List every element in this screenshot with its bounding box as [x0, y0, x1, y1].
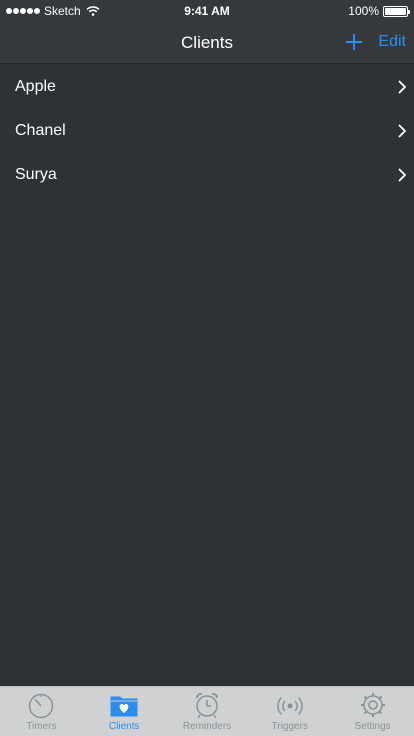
- navigation-bar: Clients Edit: [0, 20, 414, 64]
- folder-heart-icon: [110, 696, 138, 717]
- edit-button[interactable]: Edit: [378, 33, 406, 51]
- tab-bar: Timers Clients Reminders Triggers Settin…: [0, 686, 414, 736]
- add-client-button[interactable]: [343, 31, 365, 53]
- timer-icon: [29, 693, 54, 719]
- client-row-chanel[interactable]: Chanel: [0, 109, 414, 153]
- tab-label: Timers: [26, 721, 57, 732]
- tab-label: Reminders: [182, 721, 232, 732]
- battery-icon: [383, 5, 410, 17]
- tab-label: Clients: [108, 721, 140, 732]
- client-list: Apple Chanel Surya: [0, 65, 414, 197]
- tab-label: Settings: [354, 721, 391, 732]
- tab-settings[interactable]: Settings: [331, 687, 414, 736]
- tab-clients[interactable]: Clients: [83, 687, 166, 736]
- status-right: 100%: [348, 4, 410, 18]
- client-label: Chanel: [15, 122, 66, 139]
- client-row-apple[interactable]: Apple: [0, 65, 414, 109]
- alarm-clock-icon: [196, 693, 218, 719]
- broadcast-icon: [277, 696, 303, 716]
- tab-label: Triggers: [271, 721, 308, 732]
- tab-triggers[interactable]: Triggers: [248, 687, 331, 736]
- gear-icon: [360, 693, 385, 717]
- status-bar: Sketch 9:41 AM 100%: [0, 0, 414, 20]
- client-label: Apple: [15, 78, 56, 95]
- client-row-surya[interactable]: Surya: [0, 153, 414, 197]
- client-label: Surya: [15, 166, 57, 183]
- chevron-right-icon: [398, 124, 406, 138]
- tab-reminders[interactable]: Reminders: [166, 687, 249, 736]
- battery-percentage: 100%: [348, 4, 379, 18]
- chevron-right-icon: [398, 168, 406, 182]
- chevron-right-icon: [398, 80, 406, 94]
- tab-timers[interactable]: Timers: [0, 687, 83, 736]
